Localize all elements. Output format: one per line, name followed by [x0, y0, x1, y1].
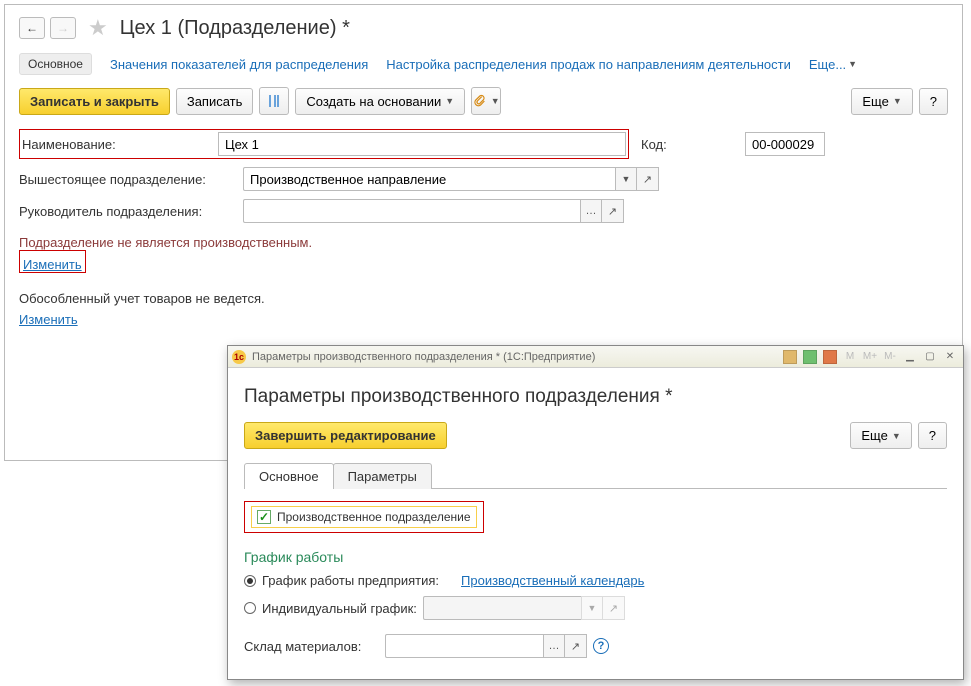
- nav-back-button[interactable]: ←: [19, 17, 45, 39]
- row-manager: Руководитель подразделения: … ↗: [19, 199, 948, 223]
- open-ref-button: ↗: [603, 596, 625, 620]
- minimize-button[interactable]: ▁: [901, 349, 919, 365]
- warehouse-label: Склад материалов:: [244, 639, 379, 654]
- dialog-title: Параметры производственного подразделени…: [244, 386, 947, 408]
- page-title: Цех 1 (Подразделение) *: [120, 17, 350, 40]
- print-icon[interactable]: [781, 349, 799, 365]
- save-button[interactable]: Записать: [176, 88, 254, 115]
- grid-icon[interactable]: [801, 349, 819, 365]
- change-production-link[interactable]: Изменить: [23, 257, 82, 272]
- individual-schedule-input: [423, 596, 581, 620]
- schedule-section-title: График работы: [244, 549, 947, 565]
- dialog-toolbar: Завершить редактирование Еще ▼ ?: [244, 422, 947, 449]
- manager-input[interactable]: [243, 199, 580, 223]
- create-based-on-button[interactable]: Создать на основании ▼: [295, 88, 465, 115]
- production-params-dialog: 1c Параметры производственного подраздел…: [227, 345, 964, 680]
- code-label: Код:: [641, 137, 739, 152]
- parent-label: Вышестоящее подразделение:: [19, 172, 237, 187]
- dialog-tab-main[interactable]: Основное: [244, 463, 334, 489]
- paperclip-icon: [473, 94, 487, 108]
- dialog-more-button[interactable]: Еще ▼: [850, 422, 911, 449]
- production-calendar-link[interactable]: Производственный календарь: [461, 573, 644, 588]
- radio-individual-schedule-label: Индивидуальный график:: [262, 601, 417, 616]
- calendar-icon[interactable]: [821, 349, 839, 365]
- dialog-tab-params[interactable]: Параметры: [333, 463, 432, 489]
- dialog-body: Параметры производственного подразделени…: [228, 368, 963, 676]
- tab-main[interactable]: Основное: [19, 53, 92, 75]
- m-minus-icon: M-: [881, 349, 899, 365]
- row-warehouse: Склад материалов: … ↗ ?: [244, 634, 947, 658]
- attach-button[interactable]: ▼: [471, 87, 501, 115]
- dialog-tab-strip: Основное Параметры: [244, 463, 947, 489]
- code-input[interactable]: [745, 132, 825, 156]
- parent-input[interactable]: [243, 167, 615, 191]
- open-ref-button[interactable]: ↗: [565, 634, 587, 658]
- dialog-titlebar[interactable]: 1c Параметры производственного подраздел…: [228, 346, 963, 368]
- production-checkbox-label: Производственное подразделение: [277, 510, 471, 524]
- row-enterprise-schedule: График работы предприятия: Производствен…: [244, 573, 947, 588]
- warehouse-help-icon[interactable]: ?: [593, 638, 609, 654]
- section-tabs: Основное Значения показателей для распре…: [19, 53, 948, 75]
- close-button[interactable]: ✕: [941, 349, 959, 365]
- production-checkbox-highlight: Производственное подразделение: [244, 501, 484, 533]
- m-plus-icon: M+: [861, 349, 879, 365]
- chevron-down-icon: ▼: [491, 96, 500, 106]
- chevron-down-icon: ▼: [445, 96, 454, 106]
- tab-link-indicators[interactable]: Значения показателей для распределения: [110, 57, 368, 72]
- row-parent: Вышестоящее подразделение: ▼ ↗: [19, 167, 948, 191]
- dropdown-button: ▼: [581, 596, 603, 620]
- manager-label: Руководитель подразделения:: [19, 204, 237, 219]
- radio-individual-schedule[interactable]: [244, 602, 256, 614]
- dialog-window-title: Параметры производственного подразделени…: [252, 351, 595, 363]
- main-toolbar: Записать и закрыть Записать Создать на о…: [19, 87, 948, 115]
- open-ref-button[interactable]: ↗: [637, 167, 659, 191]
- select-button[interactable]: …: [543, 634, 565, 658]
- finish-editing-button[interactable]: Завершить редактирование: [244, 422, 447, 449]
- radio-enterprise-schedule-label: График работы предприятия:: [262, 573, 439, 588]
- favorite-star-icon[interactable]: ★: [88, 15, 108, 41]
- help-button[interactable]: ?: [919, 88, 948, 115]
- dropdown-button[interactable]: ▼: [615, 167, 637, 191]
- row-name: Наименование: Код:: [19, 129, 948, 159]
- warehouse-input[interactable]: [385, 634, 543, 658]
- select-button[interactable]: …: [580, 199, 602, 223]
- chevron-down-icon: ▼: [892, 431, 901, 441]
- manager-field-group: … ↗: [243, 199, 624, 223]
- tab-link-sales-distribution[interactable]: Настройка распределения продаж по направ…: [386, 57, 791, 72]
- individual-schedule-field-group: ▼ ↗: [423, 596, 625, 620]
- dialog-help-button[interactable]: ?: [918, 422, 947, 449]
- nav-forward-button[interactable]: →: [50, 17, 76, 39]
- parent-field-group: ▼ ↗: [243, 167, 659, 191]
- tabs-more-link[interactable]: Еще... ▼: [809, 57, 857, 72]
- production-status-text: Подразделение не является производственн…: [19, 235, 948, 250]
- app-1c-icon: 1c: [232, 350, 246, 364]
- change-inventory-link[interactable]: Изменить: [19, 312, 78, 327]
- chevron-down-icon: ▼: [848, 59, 857, 69]
- open-ref-button[interactable]: ↗: [602, 199, 624, 223]
- change-production-highlight: Изменить: [19, 250, 86, 273]
- inventory-status-text: Обособленный учет товаров не ведется.: [19, 291, 948, 306]
- name-label: Наименование:: [22, 137, 212, 152]
- chevron-down-icon: ▼: [622, 174, 631, 184]
- list-view-button[interactable]: [259, 87, 289, 115]
- production-checkbox[interactable]: [257, 510, 271, 524]
- m-icon: M: [841, 349, 859, 365]
- save-and-close-button[interactable]: Записать и закрыть: [19, 88, 170, 115]
- maximize-button[interactable]: ▢: [921, 349, 939, 365]
- name-input[interactable]: [218, 132, 626, 156]
- lines-icon: [269, 95, 279, 107]
- chevron-down-icon: ▼: [893, 96, 902, 106]
- radio-enterprise-schedule[interactable]: [244, 575, 256, 587]
- row-individual-schedule: Индивидуальный график: ▼ ↗: [244, 596, 947, 620]
- more-button[interactable]: Еще ▼: [851, 88, 912, 115]
- warehouse-field-group: … ↗: [385, 634, 587, 658]
- chevron-down-icon: ▼: [588, 603, 597, 613]
- header: ← → ★ Цех 1 (Подразделение) *: [19, 15, 948, 41]
